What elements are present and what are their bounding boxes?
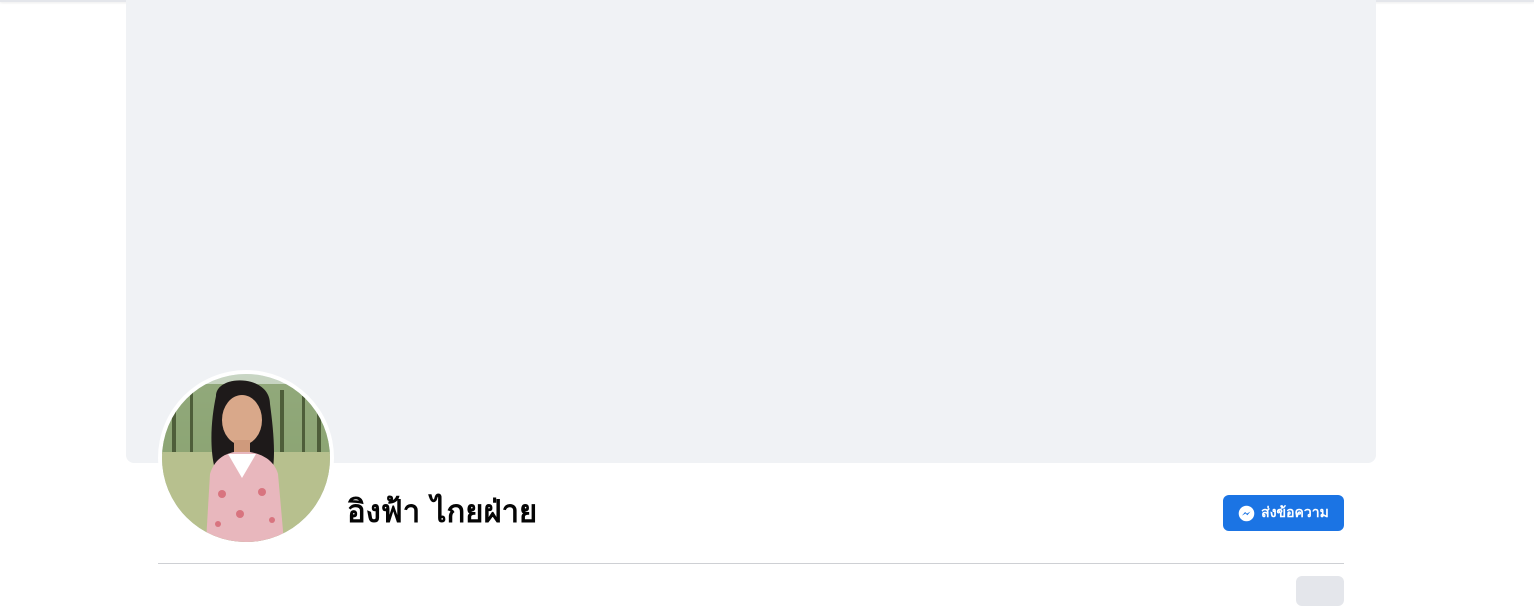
send-message-label: ส่งข้อความ — [1261, 505, 1329, 521]
profile-name: อิงฟ้า ไกยฝ่าย — [347, 494, 538, 530]
section-divider — [158, 563, 1344, 564]
messenger-icon — [1238, 505, 1255, 521]
cover-photo[interactable] — [126, 0, 1376, 463]
profile-photo — [162, 374, 330, 542]
send-message-button[interactable]: ส่งข้อความ — [1223, 495, 1344, 531]
more-options-button[interactable] — [1296, 576, 1344, 606]
profile-picture-frame[interactable] — [158, 370, 334, 546]
profile-picture[interactable] — [162, 374, 330, 542]
